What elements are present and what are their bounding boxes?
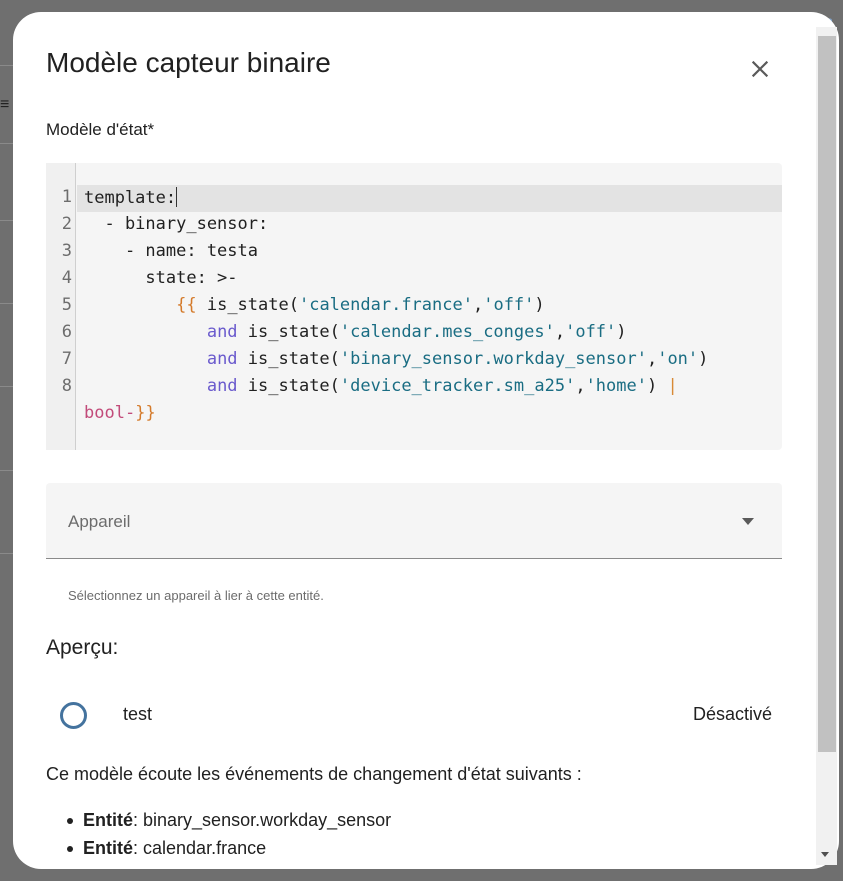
code-line: and is_state('binary_sensor.workday_sens… <box>206 349 709 369</box>
code-line: and is_state('calendar.mes_conges','off'… <box>206 322 627 342</box>
device-select[interactable]: Appareil <box>46 483 782 559</box>
line-number: 1 <box>61 187 72 207</box>
code-line: - binary_sensor: <box>84 214 269 234</box>
code-line: and is_state('device_tracker.sm_a25','ho… <box>206 376 678 396</box>
line-number: 7 <box>61 349 72 369</box>
listener-kind: Entité <box>83 838 134 858</box>
listeners-list: Entité: binary_sensor.workday_sensor Ent… <box>66 809 392 865</box>
code-line: state: >- <box>84 268 238 288</box>
scroll-down-icon[interactable] <box>821 852 829 857</box>
listener-value: : binary_sensor.workday_sensor <box>133 810 392 830</box>
background-divider <box>0 470 14 471</box>
background-divider <box>0 303 14 304</box>
code-line: bool-}} <box>84 403 156 423</box>
line-number: 8 <box>61 376 72 396</box>
line-number: 6 <box>61 322 72 342</box>
listeners-description: Ce modèle écoute les événements de chang… <box>46 764 582 784</box>
background-menu-icon: ≡ <box>0 96 10 113</box>
preview-label: Aperçu: <box>46 636 119 659</box>
code-line: template: <box>84 187 178 208</box>
listener-kind: Entité <box>83 810 134 830</box>
line-number: 4 <box>61 268 72 288</box>
line-number: 3 <box>61 241 72 261</box>
line-number: 5 <box>61 295 72 315</box>
close-icon <box>751 60 769 78</box>
circle-outline-icon <box>60 702 87 729</box>
background-divider <box>0 386 14 387</box>
device-select-label: Appareil <box>68 512 131 531</box>
template-dialog: Modèle capteur binaire Modèle d'état* 1 … <box>13 12 839 869</box>
scrollbar-thumb[interactable] <box>818 36 836 752</box>
template-code-editor[interactable]: 1 2 3 4 5 6 7 8 template: - binary_senso… <box>46 163 782 450</box>
code-line: - name: testa <box>84 241 258 261</box>
background-divider <box>0 143 14 144</box>
active-line-highlight <box>77 185 782 212</box>
dropdown-arrow-icon <box>742 518 754 525</box>
line-number: 2 <box>61 214 72 234</box>
background-divider <box>0 65 14 66</box>
code-line: {{ is_state('calendar.france','off') <box>176 295 545 315</box>
state-template-label: Modèle d'état* <box>46 120 155 139</box>
close-button[interactable] <box>743 52 777 86</box>
dialog-title: Modèle capteur binaire <box>46 47 331 78</box>
list-item: Entité: calendar.france <box>66 837 391 865</box>
device-helper-text: Sélectionnez un appareil à lier à cette … <box>68 588 324 603</box>
listener-value: : calendar.france <box>133 838 267 858</box>
list-item: Entité: binary_sensor.workday_sensor <box>66 809 392 837</box>
preview-entity-name: test <box>123 704 153 724</box>
preview-entity-state: Désactivé <box>693 704 773 724</box>
background-divider <box>0 220 14 221</box>
background-divider <box>0 553 14 554</box>
